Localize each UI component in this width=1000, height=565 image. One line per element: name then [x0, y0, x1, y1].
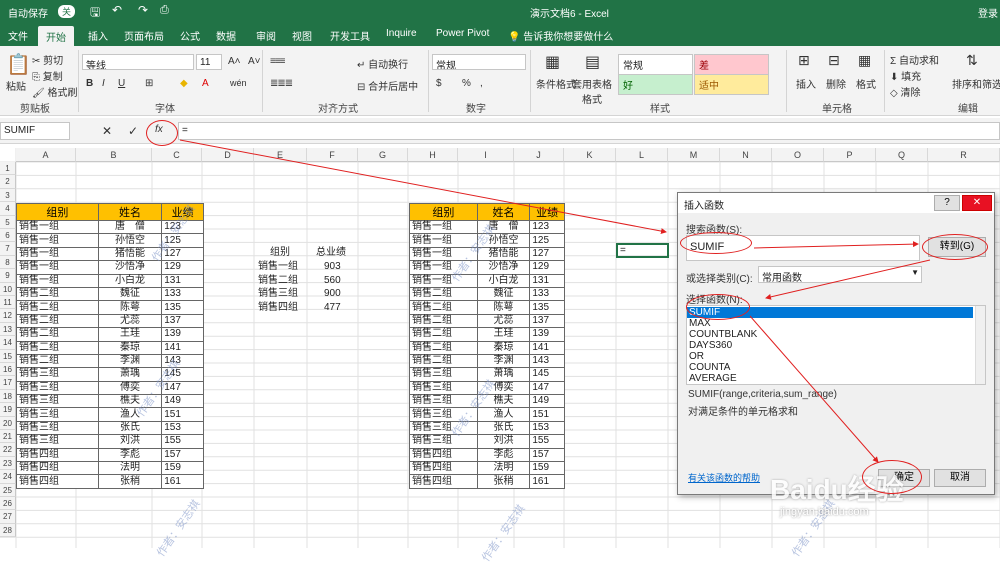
- arrow-line: [765, 259, 931, 300]
- arrow-line: [753, 241, 919, 249]
- arrow-line: [179, 139, 667, 235]
- annotation-arrows: [179, 139, 931, 463]
- arrow-line: [749, 315, 879, 463]
